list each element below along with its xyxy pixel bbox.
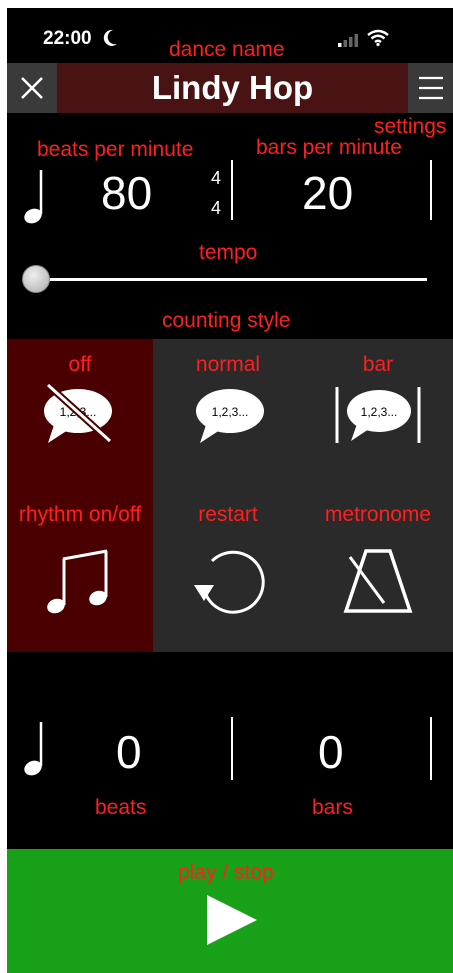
metronome-icon bbox=[343, 549, 413, 613]
dance-name-text: Lindy Hop bbox=[151, 69, 314, 106]
settings-button[interactable] bbox=[408, 63, 453, 113]
top-bar: Lindy Hop bbox=[7, 63, 453, 113]
restart-icon bbox=[194, 550, 265, 614]
play-icon bbox=[207, 895, 257, 945]
play-stop-button[interactable]: play / stop bbox=[7, 849, 453, 973]
speech-bubble-icon: 1,2,3... bbox=[196, 389, 264, 443]
divider bbox=[430, 717, 432, 780]
tempo-slider-track[interactable] bbox=[27, 278, 427, 281]
metronome-label: metronome bbox=[324, 503, 432, 526]
counting-normal-button[interactable]: normal 1,2,3... bbox=[153, 339, 303, 489]
rhythm-toggle-label: rhythm on/off bbox=[18, 503, 142, 526]
bars-counter-value: 0 bbox=[318, 726, 344, 778]
divider bbox=[430, 160, 432, 220]
quarter-note-icon bbox=[24, 722, 43, 776]
status-time: 22:00 bbox=[43, 28, 92, 49]
bars-counter-label: bars bbox=[312, 796, 353, 819]
beats-counter-value: 0 bbox=[116, 726, 142, 778]
menu-icon bbox=[418, 76, 443, 100]
bubble-text: 1,2,3... bbox=[212, 405, 249, 419]
signal-icon bbox=[338, 34, 358, 47]
moon-icon bbox=[103, 29, 117, 46]
time-signature-bottom[interactable]: 4 bbox=[211, 198, 221, 219]
counting-off-button[interactable]: off 1,2,3... bbox=[7, 339, 153, 489]
metronome-button[interactable]: metronome bbox=[303, 489, 453, 652]
bars-per-minute-value[interactable]: 20 bbox=[302, 166, 353, 220]
counting-normal-label: normal bbox=[195, 353, 261, 376]
speech-bubble-bar-icon: 1,2,3... bbox=[335, 387, 421, 443]
divider bbox=[231, 160, 233, 220]
annotation-counting-style: counting style bbox=[162, 309, 291, 332]
counting-bar-label: bar bbox=[362, 353, 394, 376]
annotation-dance-name: dance name bbox=[169, 38, 285, 61]
bars-per-minute-label: bars per minute bbox=[256, 136, 402, 159]
rhythm-toggle-button[interactable]: rhythm on/off bbox=[7, 489, 153, 652]
quarter-note-icon bbox=[24, 170, 43, 224]
close-button[interactable] bbox=[7, 63, 57, 113]
annotation-play-stop: play / stop bbox=[178, 861, 274, 884]
dance-name-title[interactable]: Lindy Hop bbox=[57, 63, 408, 113]
close-icon bbox=[21, 77, 43, 99]
restart-button[interactable]: restart bbox=[153, 489, 303, 652]
button-grid: off 1,2,3... normal 1,2,3... bar bbox=[7, 339, 453, 652]
bubble-text: 1,2,3... bbox=[361, 405, 398, 419]
tempo-slider-thumb[interactable] bbox=[22, 265, 50, 293]
restart-label: restart bbox=[198, 503, 258, 526]
wifi-icon bbox=[367, 29, 389, 47]
music-notes-icon bbox=[47, 549, 108, 614]
counting-bar-button[interactable]: bar 1,2,3... bbox=[303, 339, 453, 489]
speech-bubble-muted-icon: 1,2,3... bbox=[44, 383, 113, 444]
counting-off-label: off bbox=[68, 353, 92, 376]
annotation-tempo: tempo bbox=[199, 241, 258, 264]
time-signature-top[interactable]: 4 bbox=[211, 168, 221, 189]
bpm-value[interactable]: 80 bbox=[101, 166, 152, 220]
divider bbox=[231, 717, 233, 780]
bpm-label: beats per minute bbox=[37, 138, 194, 161]
beats-counter-label: beats bbox=[95, 796, 147, 819]
app-screen: 22:00 dance name Lindy Hop settings beat… bbox=[7, 8, 453, 973]
